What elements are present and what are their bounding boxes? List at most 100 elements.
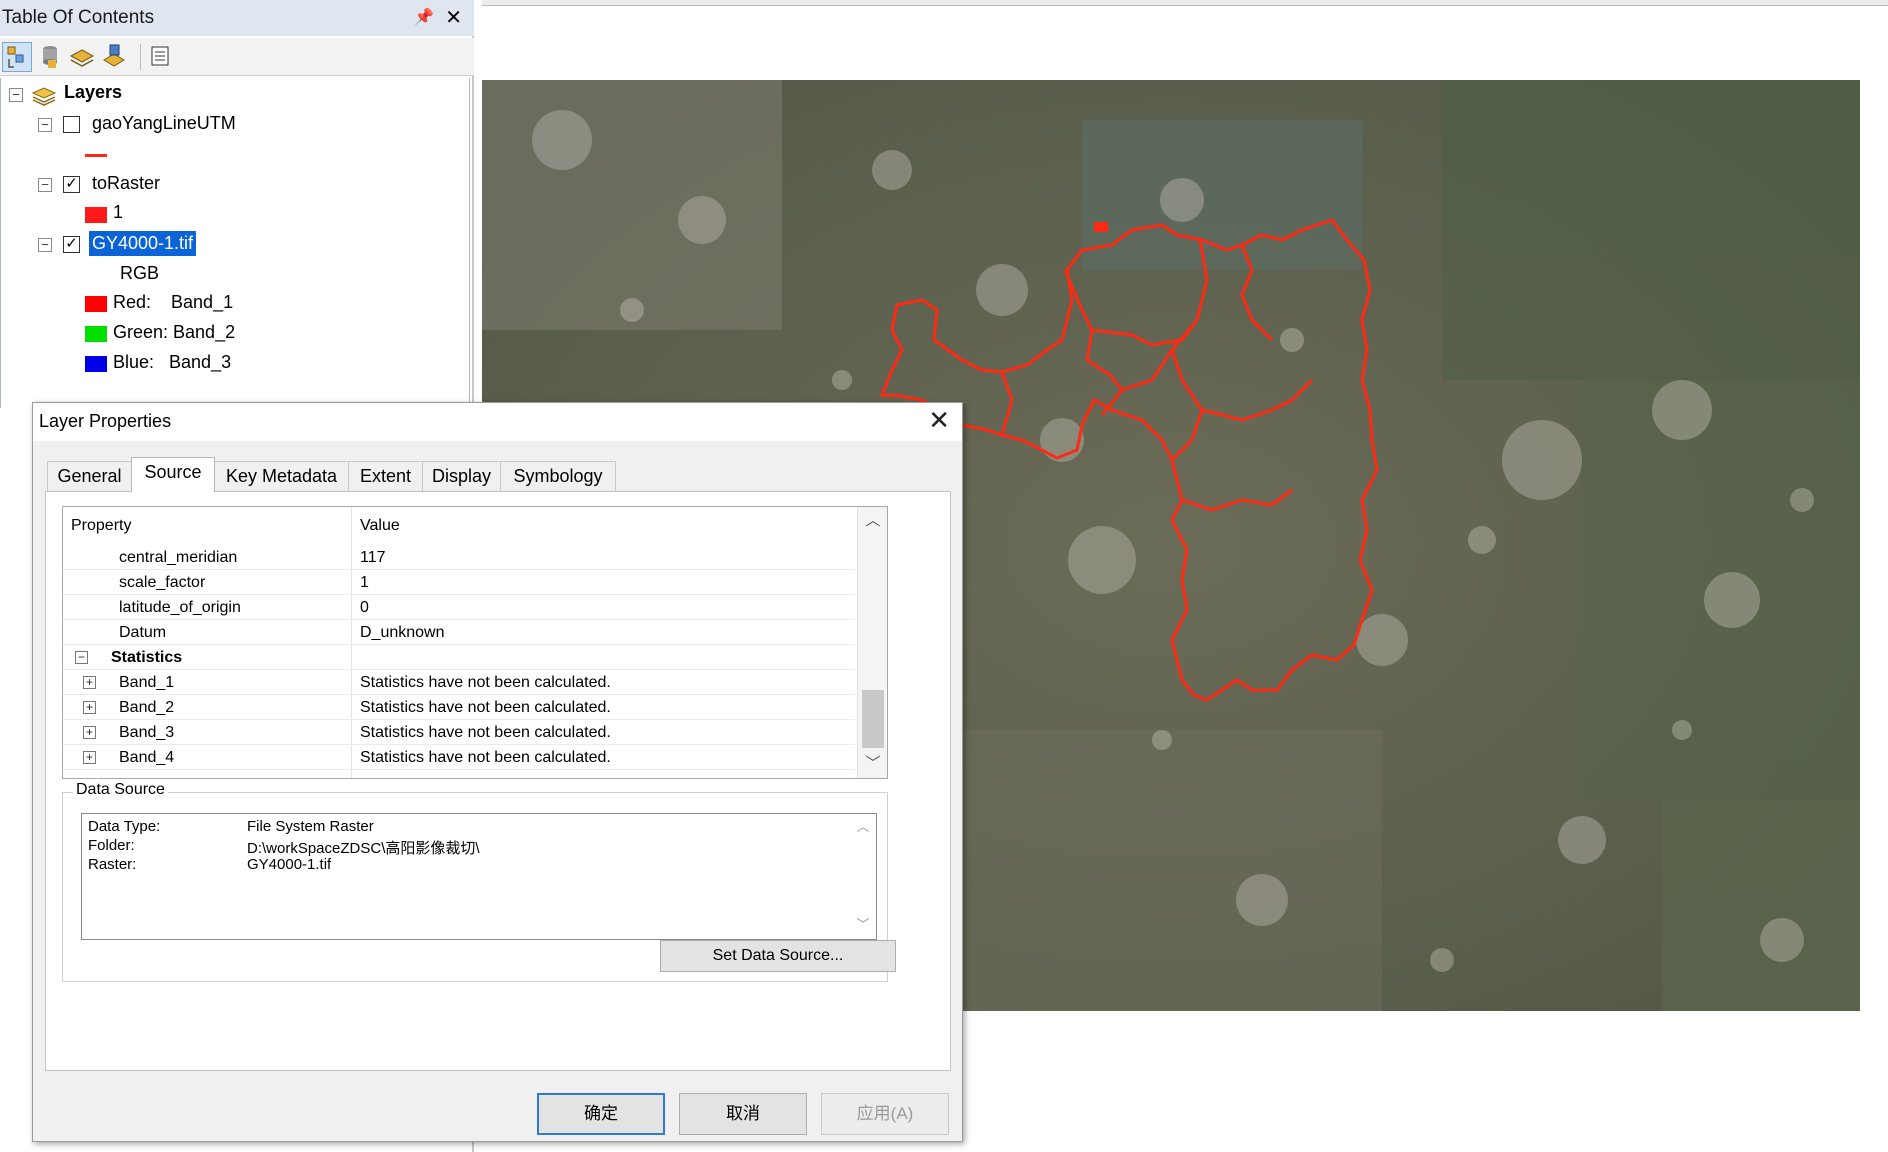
folder-value: D:\workSpaceZDSC\高阳影像裁切\ [247, 840, 480, 857]
layer-name-gaoyanglineutm[interactable]: gaoYangLineUTM [92, 113, 236, 134]
statistics-section-row[interactable]: − Statistics [63, 645, 855, 670]
property-value: 117 [360, 549, 386, 566]
property-name: central_meridian [119, 549, 238, 566]
red-band-label: Red: Band_1 [113, 292, 234, 312]
close-icon[interactable]: ✕ [928, 405, 950, 436]
data-source-info-box[interactable]: Data Type: File System Raster Folder: D:… [81, 813, 877, 940]
table-row[interactable]: + Band_3 Statistics have not been calcul… [63, 720, 855, 745]
band-name: Band_1 [119, 674, 175, 691]
options-icon[interactable] [146, 42, 176, 72]
raster-label: Raster: [88, 856, 137, 873]
property-name: scale_factor [119, 574, 206, 591]
table-row[interactable]: Datum D_unknown [63, 620, 855, 645]
layer-visibility-checkbox[interactable] [63, 116, 80, 133]
statistics-section-label: Statistics [111, 649, 183, 666]
pin-icon[interactable]: 📌 [414, 0, 434, 36]
blue-band-swatch [85, 356, 107, 372]
grid-scrollbar[interactable]: ︿ ﹀ [857, 507, 887, 778]
tab-general[interactable]: General [47, 461, 132, 491]
data-source-group-label: Data Source [73, 781, 168, 799]
toc-title: Table Of Contents [2, 7, 155, 28]
grid-header-row: Property Value [63, 507, 855, 545]
scroll-down-icon[interactable]: ﹀ [858, 750, 887, 778]
band-expand-toggle[interactable]: + [83, 726, 96, 739]
tab-extent[interactable]: Extent [348, 461, 423, 491]
property-value: D_unknown [360, 624, 445, 641]
table-row[interactable]: + Band_1 Statistics have not been calcul… [63, 670, 855, 695]
red-band-swatch [85, 296, 107, 312]
band-name: Band_3 [119, 724, 175, 741]
map-top-edge [482, 0, 1888, 6]
layer-collapse-toggle[interactable]: − [38, 178, 52, 192]
band-name: Band_4 [119, 749, 175, 766]
layer-visibility-checkbox[interactable]: ✓ [63, 236, 80, 253]
folder-label: Folder: [88, 837, 135, 854]
layers-collapse-toggle[interactable]: − [9, 88, 23, 102]
dialog-title: Layer Properties [39, 411, 172, 431]
toc-toolbar [0, 38, 474, 76]
tab-display[interactable]: Display [422, 461, 501, 491]
layer-name-toraster[interactable]: toRaster [92, 173, 160, 194]
band-statistics: Statistics have not been calculated. [360, 749, 611, 766]
table-row[interactable]: + Band_4 Statistics have not been calcul… [63, 745, 855, 770]
table-row[interactable]: central_meridian 117 [63, 545, 855, 570]
layer-visibility-checkbox[interactable]: ✓ [63, 176, 80, 193]
toolbar-separator [140, 44, 141, 70]
ok-button[interactable]: 确定 [537, 1093, 665, 1135]
tab-symbology[interactable]: Symbology [500, 461, 616, 491]
dialog-title-bar[interactable]: Layer Properties ✕ [33, 403, 962, 441]
layer-properties-dialog: Layer Properties ✕ General Source Key Me… [32, 402, 963, 1142]
scroll-up-icon[interactable]: ︿ [850, 816, 876, 838]
table-row[interactable]: latitude_of_origin 0 [63, 595, 855, 620]
line-symbol-swatch[interactable] [85, 154, 107, 157]
scroll-down-icon[interactable]: ﹀ [850, 914, 876, 936]
property-value: 0 [360, 599, 369, 616]
property-column-header[interactable]: Property [71, 513, 131, 538]
data-source-scrollbar[interactable]: ︿ ﹀ [850, 814, 876, 939]
tab-key-metadata[interactable]: Key Metadata [214, 461, 349, 491]
data-type-value: File System Raster [247, 818, 374, 835]
list-by-visibility-icon[interactable] [68, 42, 98, 72]
close-icon[interactable]: ✕ [445, 0, 462, 36]
band-expand-toggle[interactable]: + [83, 676, 96, 689]
property-grid[interactable]: Property Value central_meridian 117 scal… [62, 506, 888, 779]
band-statistics: Statistics have not been calculated. [360, 674, 611, 691]
value-column-header[interactable]: Value [360, 513, 400, 538]
apply-button[interactable]: 应用(A) [821, 1093, 949, 1135]
list-by-source-icon[interactable] [36, 42, 66, 72]
list-by-selection-icon[interactable] [100, 42, 130, 72]
fill-symbol-swatch[interactable] [85, 207, 107, 223]
toc-title-bar: Table Of Contents [0, 0, 474, 36]
set-data-source-button[interactable]: Set Data Source... [660, 940, 896, 972]
green-band-swatch [85, 326, 107, 342]
cancel-button[interactable]: 取消 [679, 1093, 807, 1135]
scroll-up-icon[interactable]: ︿ [858, 507, 887, 535]
source-tab-panel: Property Value central_meridian 117 scal… [45, 491, 951, 1071]
layer-name-gy4000-selected[interactable]: GY4000-1.tif [87, 230, 198, 257]
property-value: 1 [360, 574, 369, 591]
rgb-label: RGB [120, 263, 160, 283]
data-type-label: Data Type: [88, 818, 161, 835]
layers-root-label[interactable]: Layers [64, 82, 122, 103]
boundary-marker [1094, 222, 1108, 232]
layer-collapse-toggle[interactable]: − [38, 238, 52, 252]
band-expand-toggle[interactable]: + [83, 701, 96, 714]
band-statistics: Statistics have not been calculated. [360, 699, 611, 716]
tab-source[interactable]: Source [131, 457, 215, 492]
layers-icon [31, 84, 57, 111]
band-statistics: Statistics have not been calculated. [360, 724, 611, 741]
legend-label: 1 [113, 202, 124, 222]
table-row[interactable]: scale_factor 1 [63, 570, 855, 595]
blue-band-label: Blue: Band_3 [113, 352, 232, 372]
list-by-drawing-order-icon[interactable] [2, 42, 32, 72]
layer-collapse-toggle[interactable]: − [38, 118, 52, 132]
statistics-collapse-toggle[interactable]: − [75, 651, 88, 664]
property-name: latitude_of_origin [119, 599, 241, 616]
green-band-label: Green: Band_2 [113, 322, 236, 342]
property-name: Datum [119, 624, 167, 641]
band-name: Band_2 [119, 699, 175, 716]
raster-value: GY4000-1.tif [247, 856, 332, 873]
band-expand-toggle[interactable]: + [83, 751, 96, 764]
scrollbar-thumb[interactable] [862, 690, 884, 748]
table-row[interactable]: + Band_2 Statistics have not been calcul… [63, 695, 855, 720]
